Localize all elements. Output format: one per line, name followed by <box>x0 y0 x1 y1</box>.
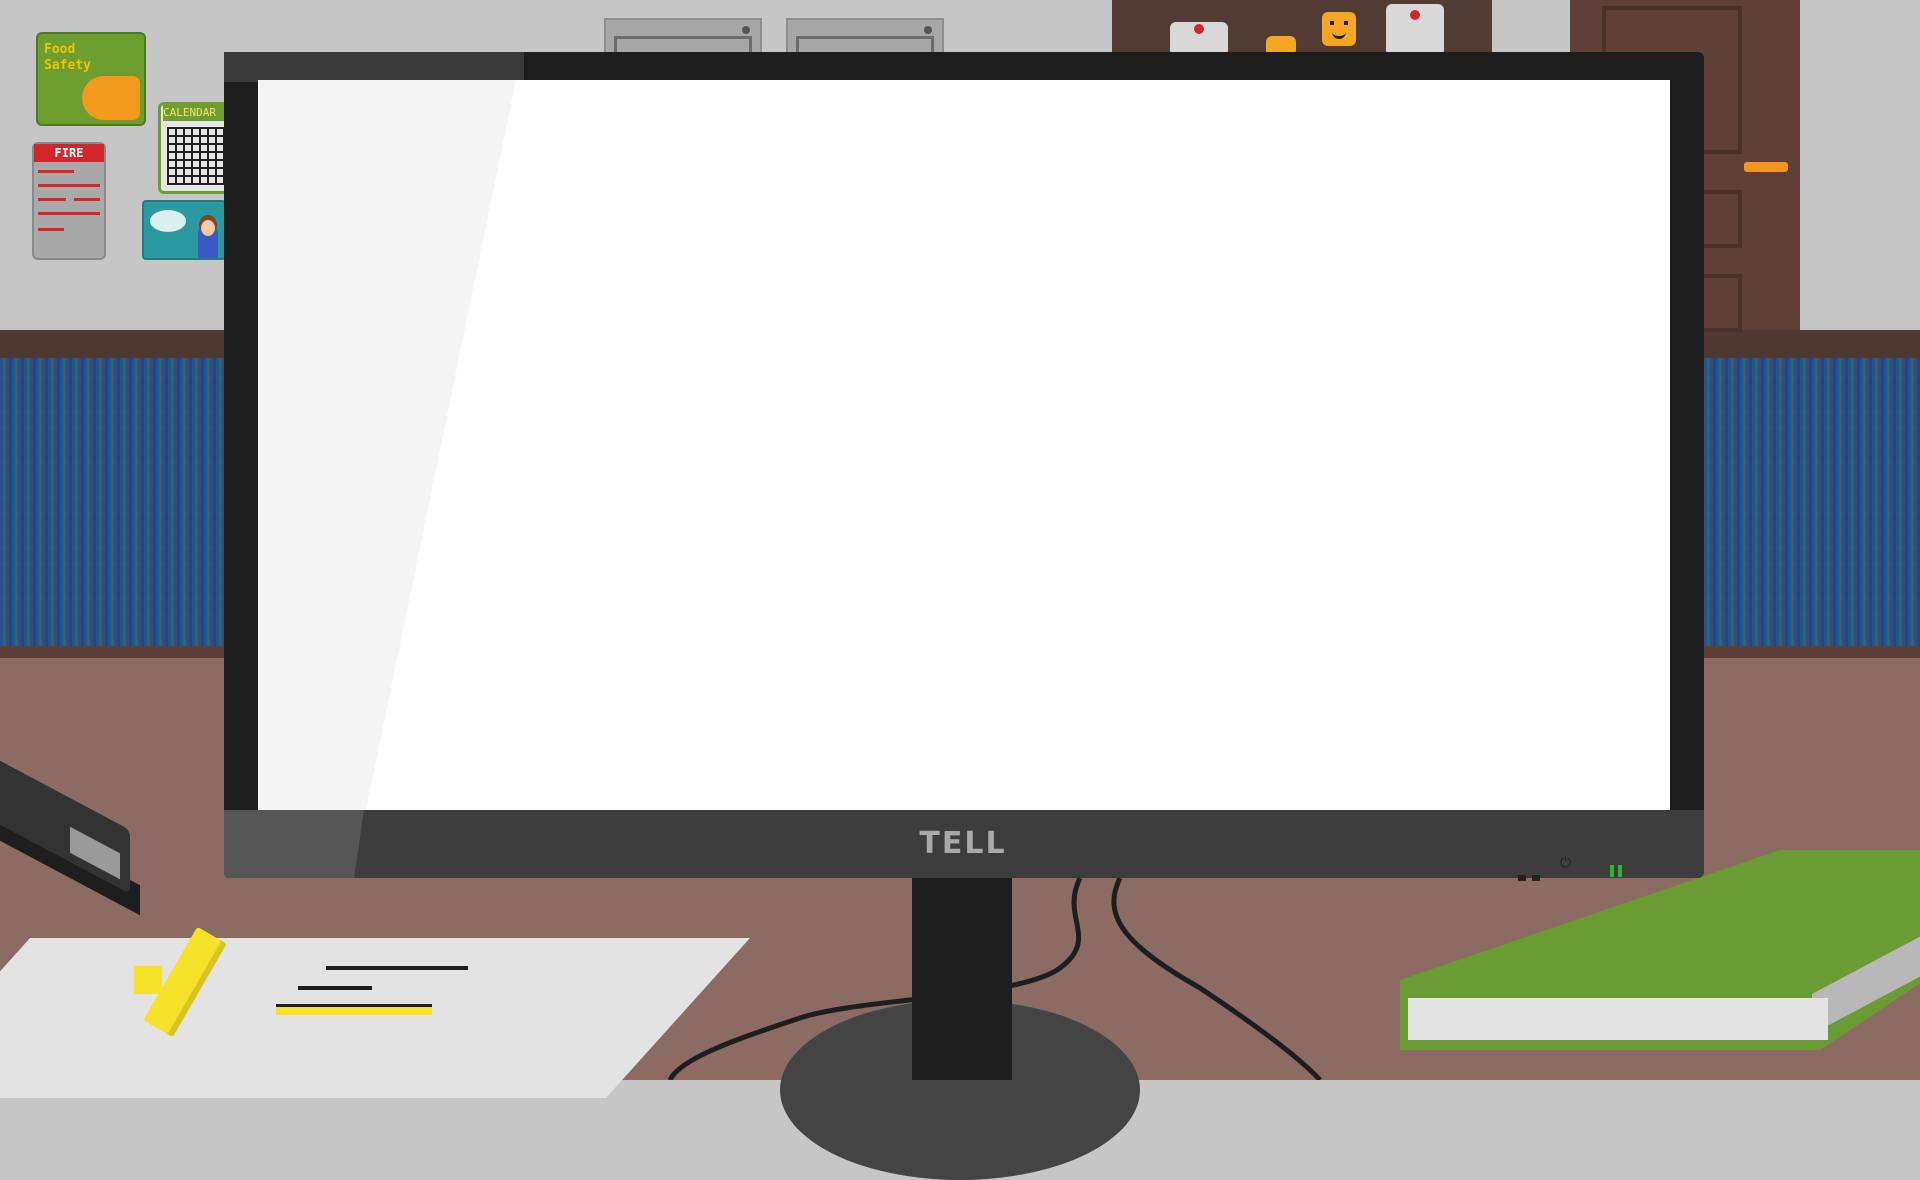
monitor-screen[interactable] <box>258 80 1670 810</box>
red-pushpin-icon <box>1194 24 1204 34</box>
red-pushpin-icon <box>1410 10 1420 20</box>
green-book[interactable] <box>1400 850 1920 1050</box>
fire-graphic <box>82 76 140 120</box>
poster-subtitle: Safety <box>44 58 91 73</box>
cabinet-knob <box>924 26 932 34</box>
monitor-brand-logo: TELL <box>919 826 1007 861</box>
person-avatar <box>198 220 218 258</box>
pinned-checklist[interactable] <box>1386 4 1444 56</box>
monitor-button[interactable] <box>1532 875 1540 881</box>
poster-title: Food <box>44 42 76 57</box>
sticky-note[interactable] <box>134 966 162 994</box>
power-icon[interactable]: ⏻ <box>1560 856 1574 870</box>
handwriting-line <box>326 966 468 970</box>
poster-line <box>38 170 74 173</box>
door-handle[interactable] <box>1744 162 1788 172</box>
screen-glare <box>258 80 516 810</box>
handwriting-line <box>298 986 372 990</box>
fire-safety-poster[interactable]: FIRE <box>32 142 106 260</box>
employee-id-card[interactable] <box>142 200 226 260</box>
poster-line <box>38 228 64 231</box>
poster-line <box>38 184 100 187</box>
pinned-note[interactable] <box>1170 22 1228 56</box>
speech-bubble-icon <box>150 210 186 232</box>
calendar-title: CALENDAR <box>163 105 229 121</box>
poster-line <box>38 198 66 201</box>
food-safety-poster[interactable]: Food Safety <box>36 32 146 126</box>
poster-line <box>38 212 100 215</box>
stapler[interactable] <box>0 750 160 940</box>
calendar-grid <box>167 127 227 185</box>
chin-highlight <box>224 810 364 878</box>
fire-poster-title: FIRE <box>34 144 104 162</box>
wall-calendar[interactable]: CALENDAR <box>158 102 234 194</box>
cabinet-knob <box>742 26 750 34</box>
poster-line <box>74 198 100 201</box>
book-pages <box>1408 998 1828 1040</box>
smiley-face-icon[interactable] <box>1322 12 1356 46</box>
monitor-stand-neck <box>912 878 1012 1080</box>
bezel-highlight <box>224 52 524 82</box>
highlighted-line <box>276 1004 432 1015</box>
monitor-button[interactable] <box>1518 875 1526 881</box>
power-led <box>1610 862 1630 877</box>
